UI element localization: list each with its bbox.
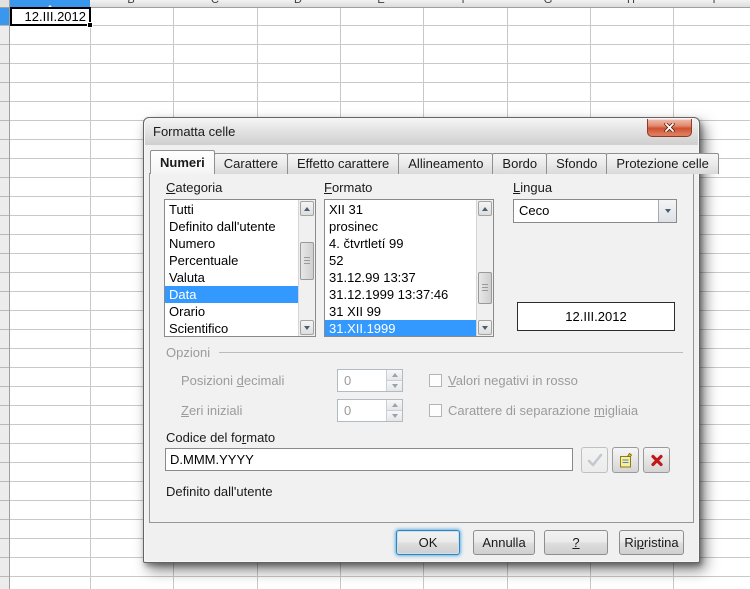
decimal-places-stepper: 0 — [337, 369, 403, 392]
dialog-title: Formatta celle — [153, 124, 235, 139]
leading-zeros-value: 0 — [344, 400, 351, 421]
reset-button[interactable]: Ripristina — [619, 530, 684, 555]
category-item[interactable]: Orario — [165, 303, 298, 320]
cancel-button[interactable]: Annulla — [473, 530, 535, 555]
negative-red-checkbox — [429, 374, 442, 387]
language-label: Lingua — [513, 180, 552, 195]
apply-format-button — [581, 447, 608, 473]
spin-up-icon — [387, 370, 402, 381]
column-letter[interactable]: G — [538, 0, 558, 6]
options-group-label: Opzioni — [166, 345, 210, 360]
format-item[interactable]: XII 31 — [325, 201, 476, 218]
negative-red-label: Valori negativi in rosso — [448, 373, 578, 388]
chevron-down-icon[interactable] — [658, 200, 676, 222]
column-headers[interactable]: A B C D E F G H I — [10, 0, 750, 8]
category-label: Categoria — [166, 180, 222, 195]
scroll-up-icon[interactable] — [300, 201, 314, 216]
column-letter[interactable]: F — [455, 0, 475, 6]
spin-down-icon — [387, 381, 402, 392]
column-letter[interactable]: C — [205, 0, 225, 6]
thousands-separator-label: Carattere di separazione migliaia — [448, 403, 638, 418]
format-item[interactable]: 4. čtvrtletí 99 — [325, 235, 476, 252]
category-item-selected[interactable]: Data — [165, 286, 298, 303]
language-combobox[interactable]: Ceco — [513, 199, 677, 223]
format-item[interactable]: 52 — [325, 252, 476, 269]
spin-down-icon — [387, 411, 402, 422]
category-listbox[interactable]: Tutti Definito dall'utente Numero Percen… — [164, 199, 316, 337]
format-preview: 12.III.2012 — [517, 302, 675, 331]
fill-handle[interactable] — [87, 22, 93, 28]
ok-button[interactable]: OK — [396, 530, 460, 555]
format-scrollbar[interactable] — [476, 200, 493, 336]
format-item[interactable]: 31.12.1999 13:37:46 — [325, 286, 476, 303]
delete-format-button[interactable] — [643, 447, 670, 473]
edit-comment-button[interactable] — [612, 447, 639, 473]
tab-effetto-carattere[interactable]: Effetto carattere — [287, 153, 399, 174]
category-scrollbar[interactable] — [298, 200, 315, 336]
decimal-places-label: Posizioni decimali — [181, 373, 284, 388]
tab-allineamento[interactable]: Allineamento — [398, 153, 493, 174]
scrollbar-thumb[interactable] — [300, 242, 314, 280]
format-description: Definito dall'utente — [166, 484, 273, 499]
row-headers[interactable] — [0, 8, 10, 589]
scroll-down-icon[interactable] — [300, 320, 314, 335]
format-item-selected[interactable]: 31.XII.1999 — [325, 320, 476, 337]
column-letter[interactable]: B — [121, 0, 141, 6]
format-item[interactable]: 31.12.99 13:37 — [325, 269, 476, 286]
format-listbox[interactable]: XII 31 prosinec 4. čtvrtletí 99 52 31.12… — [324, 199, 494, 337]
category-item[interactable]: Tutti — [165, 201, 298, 218]
tab-numeri[interactable]: Numeri — [150, 150, 215, 174]
format-cells-dialog: Formatta celle Numeri Carattere Effetto … — [143, 117, 700, 563]
format-code-input[interactable] — [165, 448, 573, 471]
column-letter[interactable]: H — [621, 0, 641, 6]
format-item[interactable]: 31 XII 99 — [325, 303, 476, 320]
decimal-places-value: 0 — [344, 370, 351, 391]
tab-protezione-celle[interactable]: Protezione celle — [606, 153, 719, 174]
language-value: Ceco — [519, 200, 549, 222]
format-code-label: Codice del formato — [166, 430, 275, 445]
leading-zeros-label: Zeri iniziali — [181, 403, 242, 418]
column-letter[interactable]: I — [704, 0, 724, 6]
tab-bordo[interactable]: Bordo — [492, 153, 547, 174]
note-icon — [617, 452, 634, 469]
category-item[interactable]: Definito dall'utente — [165, 218, 298, 235]
active-cell[interactable]: 12.III.2012 — [10, 7, 91, 26]
help-button[interactable]: ? — [544, 530, 608, 555]
format-item[interactable]: prosinec — [325, 218, 476, 235]
category-item[interactable]: Scientifico — [165, 320, 298, 337]
scroll-down-icon[interactable] — [478, 320, 492, 335]
category-item[interactable]: Numero — [165, 235, 298, 252]
delete-x-icon — [650, 454, 664, 467]
tab-carattere[interactable]: Carattere — [214, 153, 288, 174]
scrollbar-thumb[interactable] — [478, 272, 492, 304]
category-item[interactable]: Percentuale — [165, 252, 298, 269]
column-letter[interactable]: D — [288, 0, 308, 6]
format-label: Formato — [324, 180, 372, 195]
scroll-up-icon[interactable] — [478, 201, 492, 216]
dialog-titlebar[interactable]: Formatta celle — [145, 119, 698, 145]
options-group-line — [219, 352, 683, 353]
active-cell-value: 12.III.2012 — [25, 9, 86, 24]
checkmark-icon — [587, 453, 603, 467]
select-all-corner[interactable] — [0, 0, 10, 8]
leading-zeros-stepper: 0 — [337, 399, 403, 422]
close-button[interactable] — [647, 119, 692, 137]
thousands-separator-checkbox — [429, 404, 442, 417]
spin-up-icon — [387, 400, 402, 411]
column-letter[interactable]: E — [371, 0, 391, 6]
format-preview-value: 12.III.2012 — [565, 309, 626, 324]
spreadsheet-app: A B C D E F G H I 12.III.2012 Formatta c… — [0, 0, 750, 589]
category-item[interactable]: Valuta — [165, 269, 298, 286]
dialog-tabs: Numeri Carattere Effetto carattere Allin… — [150, 150, 718, 174]
gridline — [90, 8, 91, 589]
row-header-1[interactable] — [0, 8, 10, 25]
close-icon — [664, 123, 675, 132]
tab-sfondo[interactable]: Sfondo — [546, 153, 607, 174]
